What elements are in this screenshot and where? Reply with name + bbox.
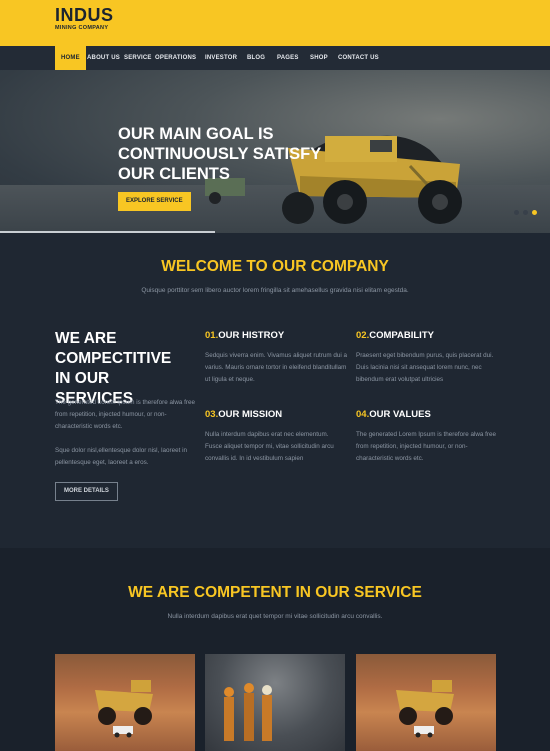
truck-wheel-front-hub: [337, 194, 353, 210]
feature-label: OUR HISTROY: [218, 330, 285, 341]
hero-title: OUR MAIN GOAL IS CONTINUOUSLY SATISFY OU…: [118, 125, 321, 183]
miner-3: [262, 685, 272, 741]
feature-number: 04.: [356, 409, 370, 420]
feature-text-values: The generated Lorem Ipsum is therefore a…: [356, 431, 497, 462]
logo-name: INDUS: [55, 5, 114, 25]
nav-item-contact-us[interactable]: CONTACT US: [338, 46, 379, 70]
nav-item-investor[interactable]: INVESTOR: [205, 46, 237, 70]
service-image-truck-1[interactable]: [55, 654, 195, 751]
more-details-button[interactable]: MORE DETAILS: [55, 482, 118, 501]
welcome-subtitle: Quisque porttitor sem libero auctor lore…: [141, 287, 409, 294]
hero-slider: OUR MAIN GOAL IS CONTINUOUSLY SATISFY OU…: [0, 70, 550, 233]
miner-1: [224, 687, 234, 741]
feature-title-compability: 02.COMPABILITY: [356, 330, 434, 341]
slider-dot-2[interactable]: [523, 210, 528, 215]
feature-text-mission: Nulla interdum dapibus erat nec elementu…: [205, 431, 334, 462]
intro-paragraph-2: Sque dolor nisl,ellentesque dolor nisl, …: [55, 447, 187, 466]
nav-item-blog[interactable]: BLOG: [247, 46, 265, 70]
bg-vehicle-wheel: [209, 192, 221, 204]
logo[interactable]: INDUS MINING COMPANY: [55, 6, 114, 31]
service-title: WE ARE COMPETENT IN OUR SERVICE: [128, 584, 422, 601]
welcome-title: WELCOME TO OUR COMPANY: [161, 258, 389, 275]
top-header: INDUS MINING COMPANY: [0, 0, 550, 46]
slider-dots: [510, 202, 537, 220]
mining-truck-image: [95, 680, 153, 738]
feature-number: 02.: [356, 330, 370, 341]
nav-item-home[interactable]: HOME: [55, 46, 86, 70]
feature-title-values: 04.OUR VALUES: [356, 409, 431, 420]
explore-service-button[interactable]: EXPLORE SERVICE: [118, 192, 191, 211]
service-section: WE ARE COMPETENT IN OUR SERVICE Nulla in…: [0, 548, 550, 751]
feature-title-mission: 03.OUR MISSION: [205, 409, 282, 420]
service-image-truck-2[interactable]: [356, 654, 496, 751]
feature-label: OUR MISSION: [218, 409, 283, 420]
slider-dot-3[interactable]: [532, 210, 537, 215]
logo-tagline: MINING COMPANY: [55, 25, 109, 31]
nav-item-about-us[interactable]: ABOUT US: [87, 46, 120, 70]
feature-number: 03.: [205, 409, 219, 420]
nav-item-operations[interactable]: OPERATIONS: [155, 46, 196, 70]
mining-truck-image: [396, 680, 454, 738]
feature-label: OUR VALUES: [369, 409, 431, 420]
feature-text-compability: Praesent eget bibendum purus, quis place…: [356, 352, 494, 383]
nav-item-pages[interactable]: PAGES: [277, 46, 299, 70]
nav-item-shop[interactable]: SHOP: [310, 46, 328, 70]
feature-title-history: 01.OUR HISTROY: [205, 330, 284, 341]
miner-2: [244, 683, 254, 741]
truck-wheel-back: [282, 192, 314, 224]
feature-number: 01.: [205, 330, 219, 341]
truck-wheel-rear-hub: [432, 194, 448, 210]
intro-paragraph-1: The generated Lorem Ipsum is therefore a…: [55, 399, 196, 430]
main-nav: HOME ABOUT US SERVICE OPERATIONS INVESTO…: [0, 46, 550, 70]
welcome-section: WELCOME TO OUR COMPANY Quisque porttitor…: [0, 233, 550, 548]
feature-text-history: Sedquis viverra enim. Vivamus aliquet ru…: [205, 352, 347, 383]
service-subtitle: Nulla interdum dapibus erat quet tempor …: [167, 613, 383, 620]
feature-label: COMPABILITY: [369, 330, 434, 341]
miners-image: [224, 683, 272, 741]
service-image-miners[interactable]: [205, 654, 345, 751]
slider-dot-1[interactable]: [514, 210, 519, 215]
truck-window: [370, 140, 392, 152]
nav-item-service[interactable]: SERVICE: [124, 46, 152, 70]
